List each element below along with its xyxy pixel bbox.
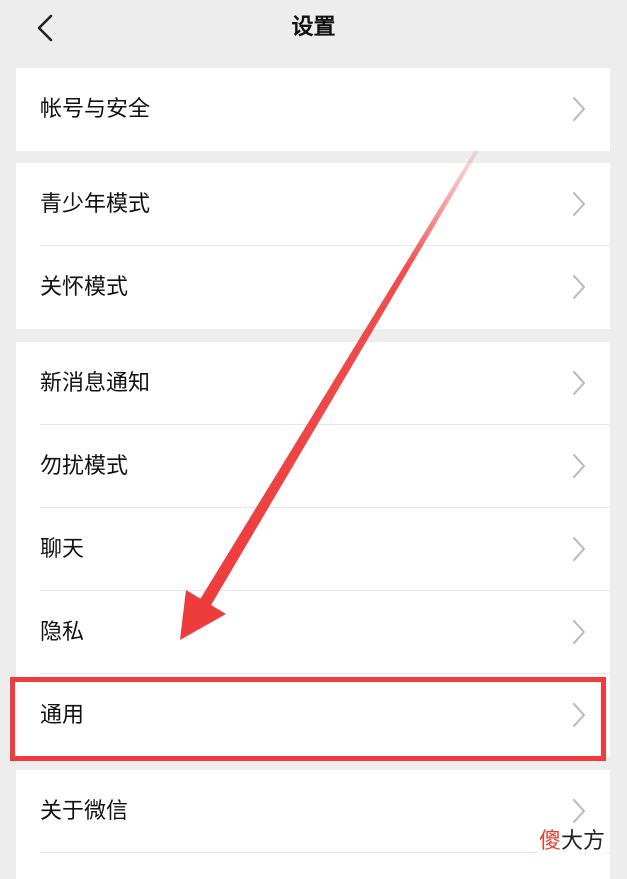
settings-group-modes: 青少年模式 关怀模式 (16, 163, 610, 329)
chevron-right-icon (573, 703, 585, 727)
settings-item-label: 青少年模式 (40, 192, 151, 217)
settings-item-label: 关于微信 (40, 799, 129, 824)
watermark: 傻大方 (536, 823, 607, 855)
chevron-right-icon (573, 620, 585, 644)
page-title: 设置 (291, 15, 336, 40)
settings-item-care-mode[interactable]: 关怀模式 (16, 246, 610, 329)
settings-item-about-wechat[interactable]: 关于微信 (16, 770, 610, 853)
watermark-first-char: 傻 (538, 829, 561, 854)
settings-item-chat[interactable]: 聊天 (16, 508, 610, 591)
settings-item-notifications[interactable]: 新消息通知 (16, 342, 610, 425)
settings-item-general[interactable]: 通用 (16, 674, 610, 757)
settings-item-teen-mode[interactable]: 青少年模式 (16, 163, 610, 246)
navigation-bar: 设置 (0, 0, 627, 56)
settings-item-label: 通用 (40, 703, 85, 728)
chevron-right-icon (573, 275, 585, 299)
chevron-right-icon (573, 371, 585, 395)
settings-group-general: 新消息通知 勿扰模式 聊天 隐私 通用 (16, 342, 610, 757)
settings-item-do-not-disturb[interactable]: 勿扰模式 (16, 425, 610, 508)
settings-item-label: 新消息通知 (40, 371, 151, 396)
settings-item-label: 隐私 (40, 620, 85, 645)
settings-item-label: 关怀模式 (40, 275, 129, 300)
settings-item-label: 帐号与安全 (40, 97, 151, 122)
settings-item-privacy[interactable]: 隐私 (16, 591, 610, 674)
divider (40, 852, 610, 853)
chevron-right-icon (573, 537, 585, 561)
settings-group-about: 关于微信 (16, 770, 610, 879)
chevron-right-icon (573, 454, 585, 478)
settings-item-label: 聊天 (40, 537, 85, 562)
chevron-right-icon (573, 192, 585, 216)
settings-item-account-security[interactable]: 帐号与安全 (16, 68, 610, 151)
chevron-right-icon (573, 97, 585, 121)
settings-group-account: 帐号与安全 (16, 68, 610, 151)
chevron-right-icon (573, 799, 585, 823)
watermark-rest: 大方 (560, 829, 605, 854)
settings-item-label: 勿扰模式 (40, 454, 129, 479)
